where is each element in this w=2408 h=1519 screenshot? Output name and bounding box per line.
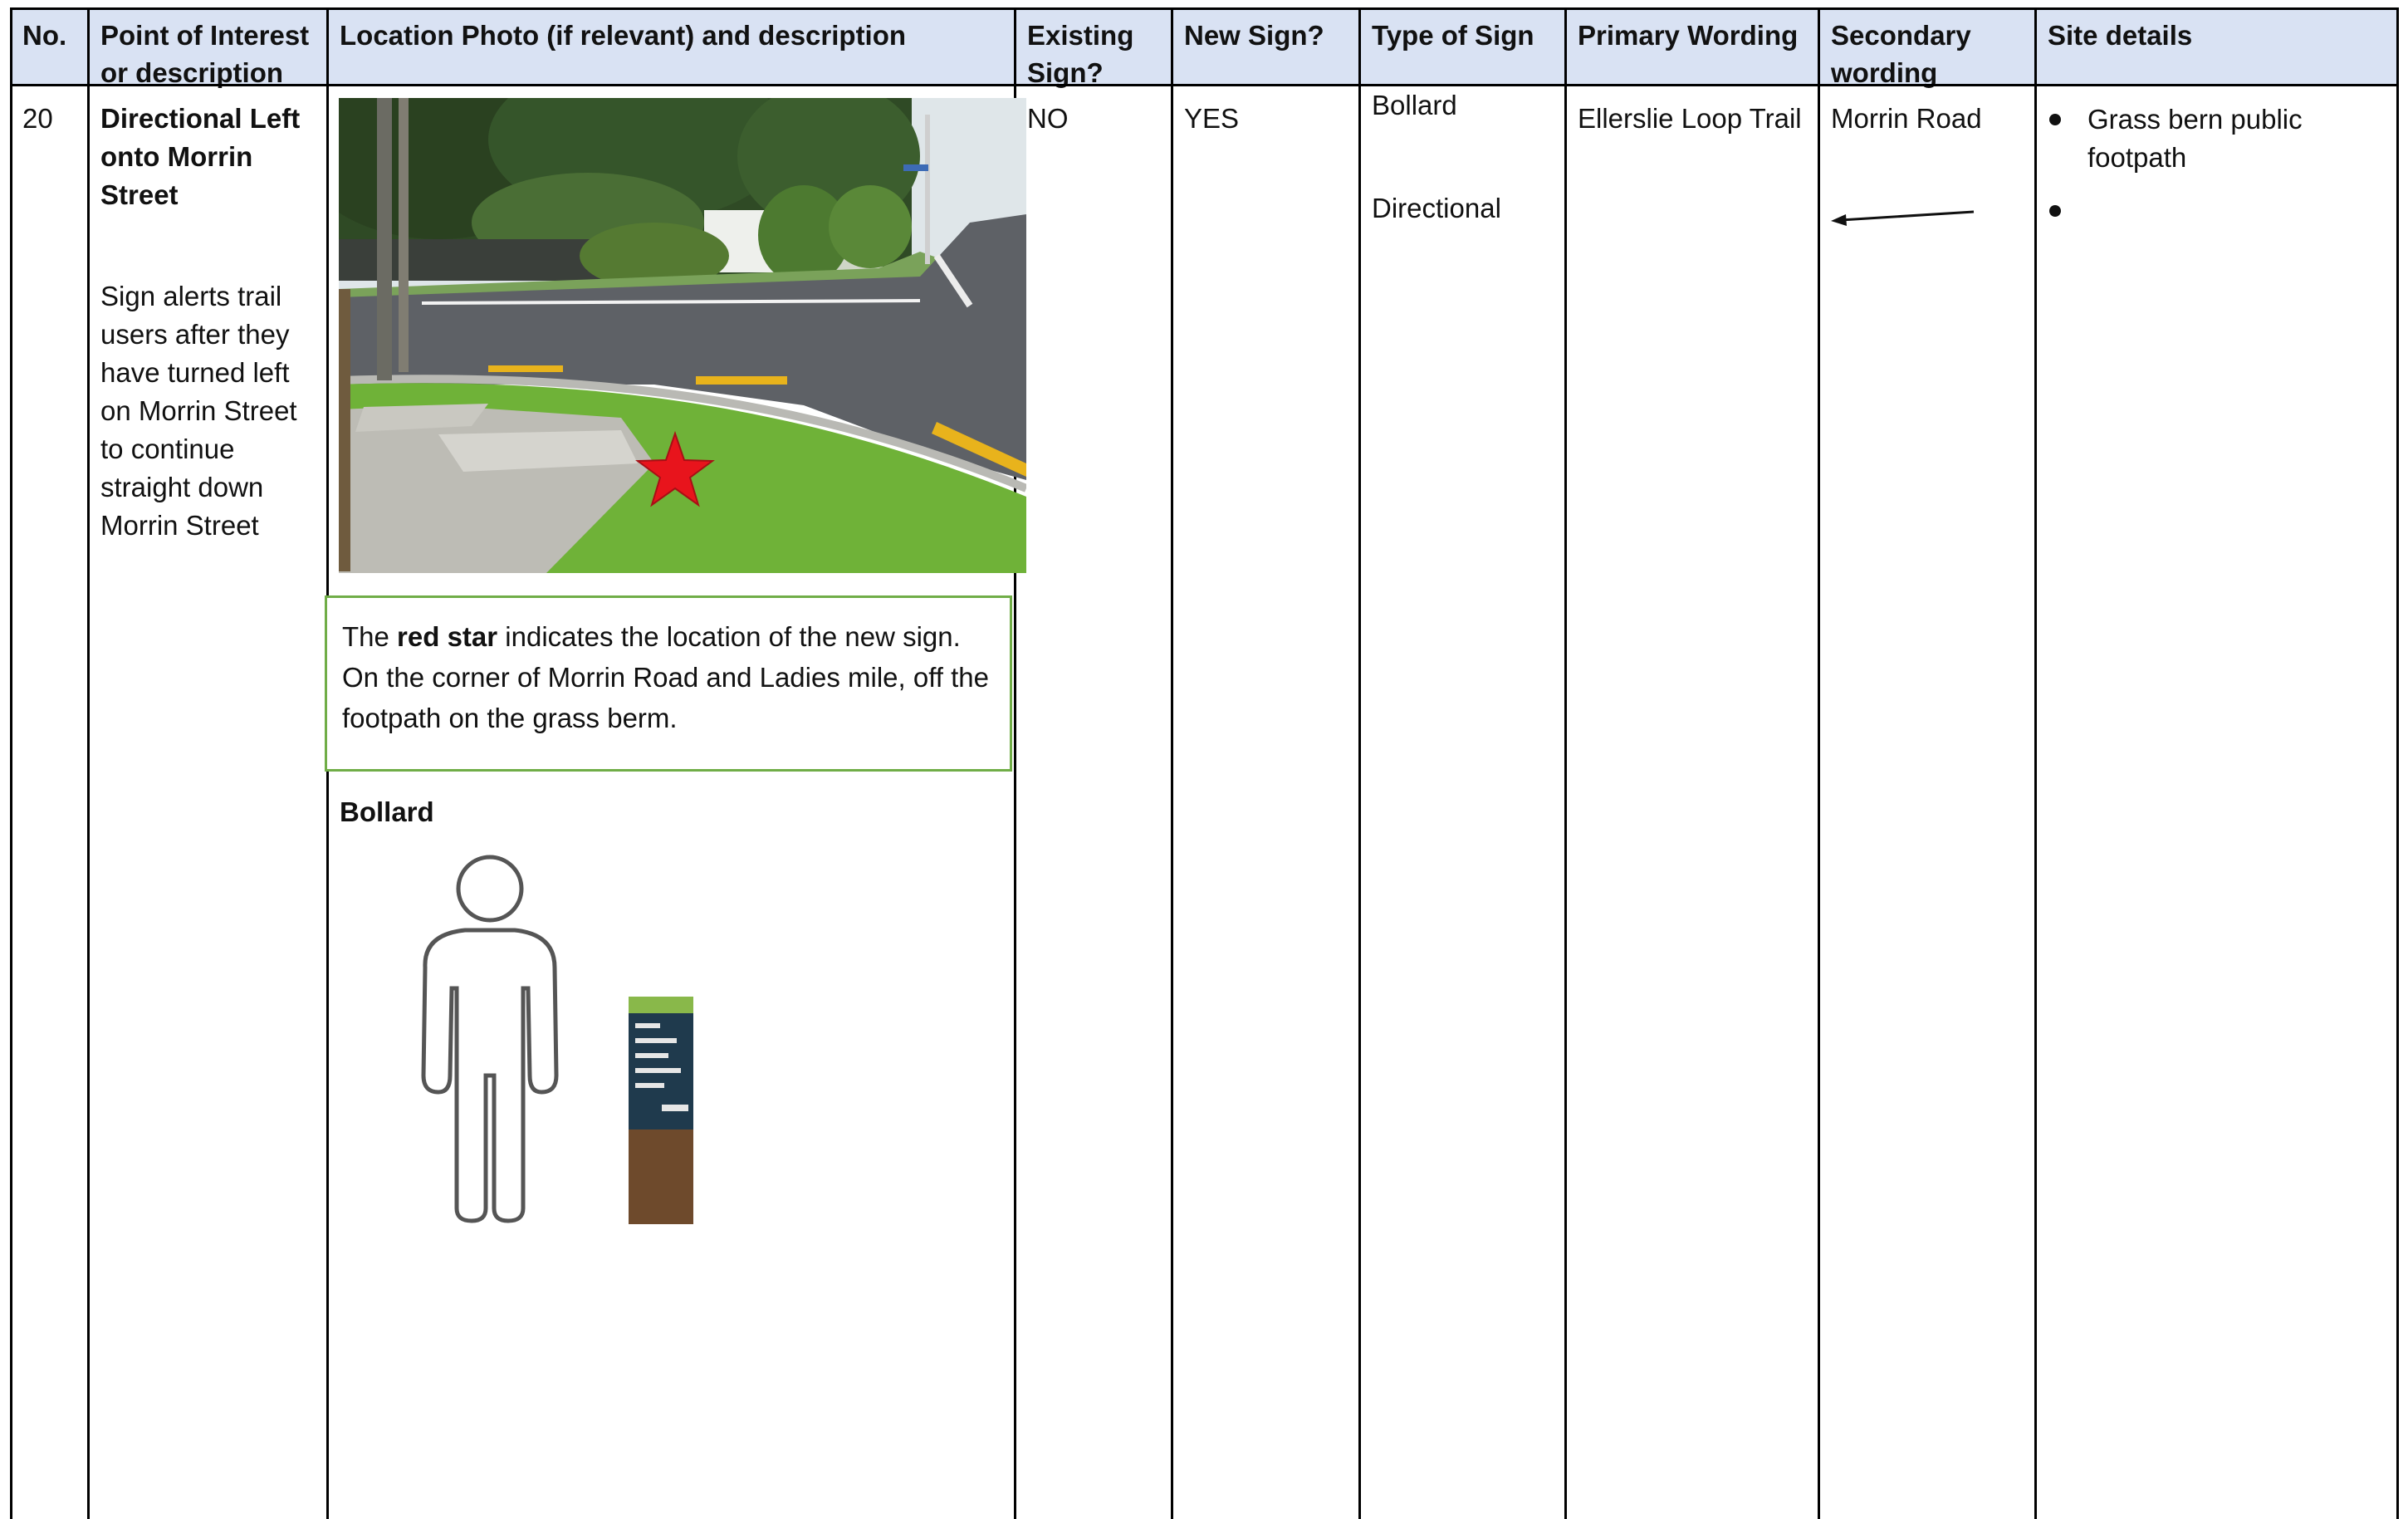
header-point-of-interest: Point of Interest or description bbox=[89, 8, 328, 88]
bollard-sign-icon bbox=[629, 997, 693, 1224]
header-type-label: Type of Sign bbox=[1372, 20, 1534, 51]
poi-title: Directional Left onto Morrin Street bbox=[100, 103, 301, 210]
header-secondary-wording: Secondary wording bbox=[1819, 8, 2036, 88]
new-sign-value: YES bbox=[1184, 103, 1240, 134]
primary-wording-value: Ellerslie Loop Trail bbox=[1578, 103, 1802, 134]
col-border-0 bbox=[10, 7, 12, 1519]
poi-description: Sign alerts trail users after they have … bbox=[100, 281, 297, 541]
header-type-of-sign: Type of Sign bbox=[1360, 8, 1566, 85]
header-new-label: New Sign? bbox=[1184, 20, 1324, 51]
sign-type-2: Directional bbox=[1372, 193, 1501, 223]
red-star-icon bbox=[635, 430, 715, 507]
caption-text-bold: red star bbox=[397, 621, 498, 652]
header-site-details: Site details bbox=[2036, 8, 2398, 85]
col-border-6 bbox=[1564, 7, 1567, 1519]
site-detail-bullet-1 bbox=[2049, 114, 2061, 125]
site-detail-bullet-2 bbox=[2049, 205, 2061, 217]
header-primary-label: Primary Wording bbox=[1578, 20, 1799, 51]
sign-type-1: Bollard bbox=[1372, 90, 1457, 120]
header-photo-label: Location Photo (if relevant) and descrip… bbox=[340, 20, 907, 51]
header-no: No. bbox=[11, 8, 89, 85]
signage-table-page: No. Point of Interest or description Loc… bbox=[0, 0, 2408, 1519]
header-existing-label: Existing Sign? bbox=[1027, 20, 1134, 88]
header-poi-label: Point of Interest or description bbox=[100, 20, 310, 88]
col-border-7 bbox=[1818, 7, 1820, 1519]
header-existing-sign: Existing Sign? bbox=[1016, 8, 1172, 88]
col-border-5 bbox=[1358, 7, 1361, 1519]
col-border-9 bbox=[2396, 7, 2399, 1519]
header-primary-wording: Primary Wording bbox=[1566, 8, 1819, 85]
sign-heading: Bollard bbox=[340, 796, 434, 827]
col-border-1 bbox=[87, 7, 90, 1519]
existing-sign-value: NO bbox=[1027, 103, 1069, 134]
secondary-wording-value: Morrin Road bbox=[1831, 103, 1982, 134]
header-secondary-label: Secondary wording bbox=[1831, 20, 1971, 88]
row-number: 20 bbox=[22, 103, 53, 134]
caption-text-pre: The bbox=[342, 621, 398, 652]
location-photo bbox=[339, 98, 1026, 573]
header-bottom-border bbox=[10, 84, 2399, 86]
table-top-border bbox=[10, 7, 2399, 10]
header-site-label: Site details bbox=[2048, 20, 2193, 51]
left-arrow-icon bbox=[1831, 210, 1975, 226]
header-no-label: No. bbox=[22, 20, 67, 51]
photo-caption-box: The red star indicates the location of t… bbox=[325, 595, 1012, 772]
person-outline-icon bbox=[421, 855, 559, 1223]
col-border-4 bbox=[1171, 7, 1173, 1519]
header-new-sign: New Sign? bbox=[1172, 8, 1360, 85]
site-detail-item-1: Grass bern public footpath bbox=[2087, 104, 2303, 173]
header-location-photo: Location Photo (if relevant) and descrip… bbox=[328, 8, 1016, 85]
col-border-8 bbox=[2034, 7, 2037, 1519]
